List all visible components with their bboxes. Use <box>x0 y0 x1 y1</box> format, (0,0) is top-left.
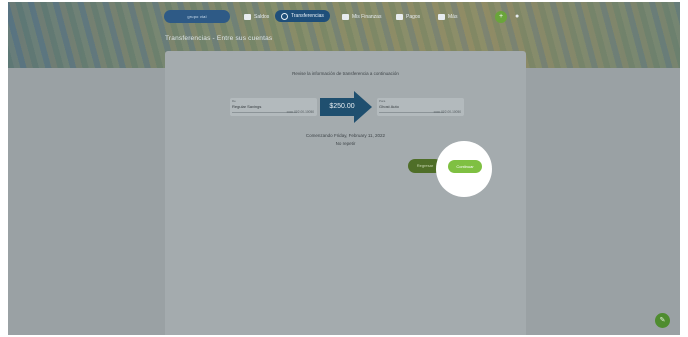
transfer-review-card: Revise la información de transferencia a… <box>165 51 526 335</box>
from-account-name: Regular Savings <box>232 104 262 109</box>
to-label: Para <box>379 99 386 103</box>
nav-item-mas[interactable]: Más <box>438 11 457 22</box>
nav-item-saldos[interactable]: Saldos <box>244 11 269 22</box>
nav-item-label: Más <box>448 13 458 20</box>
grid-icon <box>438 13 445 20</box>
chat-fab-icon[interactable]: ✎ <box>655 313 670 328</box>
app-window: grupo vial Saldos Transferencias Mis Fin… <box>8 2 680 335</box>
from-label: De <box>232 99 236 103</box>
transfer-amount: $250.00 <box>329 103 355 110</box>
brand-logo[interactable]: grupo vial <box>164 10 230 23</box>
nav-item-pagos[interactable]: Pagos <box>396 11 420 22</box>
user-icon[interactable]: ● <box>515 13 523 21</box>
page-title: Transferencias - Entre sus cuentas <box>165 35 273 42</box>
nav-item-label: Saldos <box>254 13 270 20</box>
from-account-number: •••••• 002-00-10050 <box>286 110 314 114</box>
nav-item-mis-finanzas[interactable]: Mis Finanzas <box>342 11 381 22</box>
card-heading: Revise la información de transferencia a… <box>292 71 399 76</box>
card-icon <box>396 13 403 20</box>
nav-item-label: Pagos <box>406 13 421 20</box>
nav-item-label: Mis Finanzas <box>352 13 382 20</box>
nav-item-label: Transferencias <box>291 13 324 19</box>
transfer-icon <box>281 12 288 20</box>
to-account-box: Para Ghost Auto •••••• 002-00-10050 <box>377 98 464 116</box>
wallet-icon <box>244 13 251 20</box>
chart-icon <box>342 13 349 20</box>
from-account-box: De Regular Savings •••••• 002-00-10050 <box>230 98 317 116</box>
top-nav: grupo vial Saldos Transferencias Mis Fin… <box>8 10 680 26</box>
to-account-name: Ghost Auto <box>379 104 399 109</box>
to-account-number: •••••• 002-00-10050 <box>433 110 461 114</box>
avatar[interactable]: + <box>495 11 507 23</box>
continue-button[interactable]: Continuar <box>448 160 482 173</box>
transfer-date: Comenzando Friday, February 11, 2022 <box>305 133 386 138</box>
nav-item-transferencias[interactable]: Transferencias <box>275 10 330 22</box>
